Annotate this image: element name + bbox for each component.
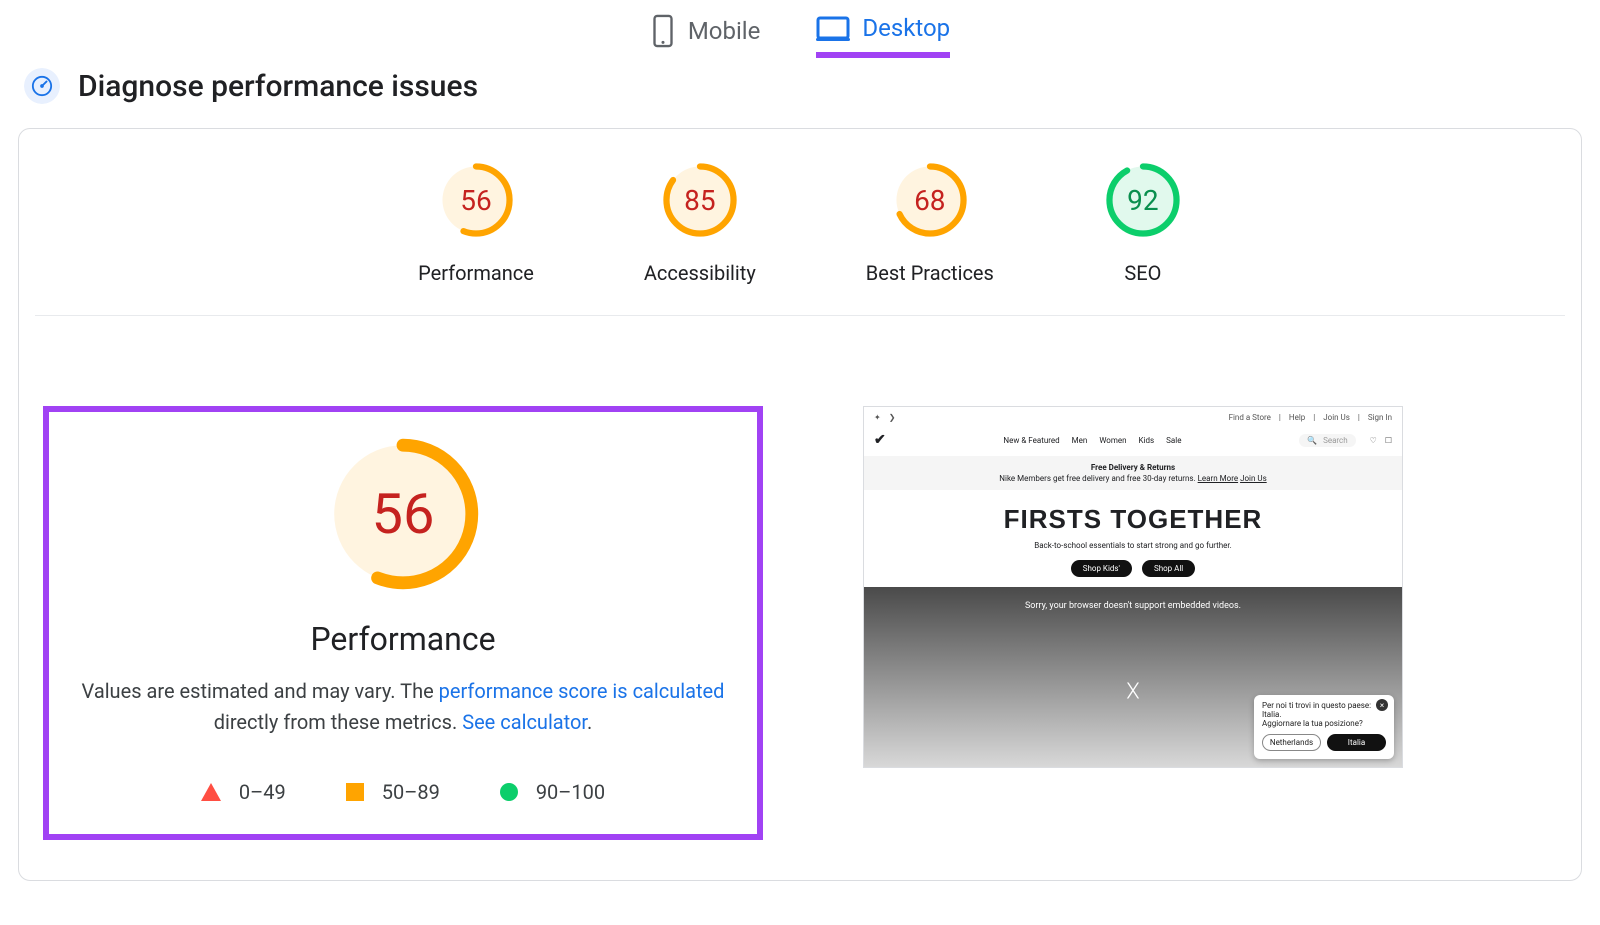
tab-mobile-label: Mobile bbox=[688, 17, 761, 45]
score-label: Accessibility bbox=[644, 261, 756, 285]
legend-average: 50–89 bbox=[346, 780, 440, 804]
tab-desktop[interactable]: Desktop bbox=[816, 14, 950, 58]
shot-popup-line2: Aggiornare la tua posizione? bbox=[1262, 719, 1386, 728]
gauge-best-practices: 68 bbox=[891, 161, 969, 239]
shot-cta-1: Shop Kids' bbox=[1071, 560, 1132, 577]
report-card: 56 Performance 85 Accessibility 68 Best Pract… bbox=[18, 128, 1582, 881]
shot-cta-2: Shop All bbox=[1142, 560, 1195, 577]
tab-desktop-label: Desktop bbox=[862, 14, 950, 42]
shot-search-placeholder: Search bbox=[1323, 436, 1348, 445]
gauge-seo: 92 bbox=[1104, 161, 1182, 239]
shot-banner-title: Free Delivery & Returns bbox=[1091, 463, 1175, 472]
shot-locale-popup: × Per noi ti trovi in questo paese: Ital… bbox=[1254, 695, 1394, 759]
shot-popup-line1: Per noi ti trovi in questo paese: Italia… bbox=[1262, 701, 1386, 719]
performance-description: Values are estimated and may vary. The p… bbox=[71, 676, 735, 738]
shot-topbar: ✦ ❯ Find a Store|Help|Join Us|Sign In bbox=[864, 407, 1402, 428]
shot-toplink: Join Us bbox=[1323, 413, 1350, 422]
close-icon: × bbox=[1376, 699, 1388, 711]
shot-hero: FIRSTS TOGETHER Back-to-school essential… bbox=[864, 490, 1402, 587]
perf-desc-pre: Values are estimated and may vary. The bbox=[82, 679, 439, 703]
shot-hero-title: FIRSTS TOGETHER bbox=[864, 504, 1402, 535]
score-best-practices[interactable]: 68 Best Practices bbox=[866, 161, 994, 285]
score-seo[interactable]: 92 SEO bbox=[1104, 161, 1182, 285]
shot-nav: New & Featured Men Women Kids Sale bbox=[900, 436, 1285, 445]
shot-popup-btn1: Netherlands bbox=[1262, 734, 1321, 751]
shot-toplink: Help bbox=[1289, 413, 1305, 422]
section-title: Diagnose performance issues bbox=[78, 69, 478, 104]
shot-banner-link1: Learn More bbox=[1198, 474, 1238, 483]
performance-big-gauge: 56 bbox=[323, 434, 483, 594]
shot-nav-item: Kids bbox=[1139, 436, 1155, 445]
jumpman-icon: ✦ bbox=[874, 413, 881, 422]
shot-toplink: Find a Store bbox=[1229, 413, 1271, 422]
section-header: Diagnose performance issues bbox=[0, 62, 1600, 128]
performance-score-calc-link[interactable]: performance score is calculated bbox=[439, 679, 725, 703]
score-label: SEO bbox=[1104, 261, 1182, 285]
shot-video: Sorry, your browser doesn't support embe… bbox=[864, 587, 1402, 767]
heart-icon: ♡ bbox=[1370, 436, 1377, 445]
shot-video-x: X bbox=[1126, 679, 1139, 704]
gauge-icon bbox=[24, 68, 60, 104]
legend-good-label: 90–100 bbox=[536, 780, 605, 804]
score-performance[interactable]: 56 Performance bbox=[418, 161, 534, 285]
gauge-accessibility: 85 bbox=[661, 161, 739, 239]
score-accessibility[interactable]: 85 Accessibility bbox=[644, 161, 756, 285]
shot-nav-item: New & Featured bbox=[1003, 436, 1059, 445]
legend-poor-label: 0–49 bbox=[239, 780, 286, 804]
legend-good: 90–100 bbox=[500, 780, 605, 804]
swoosh-icon: ✔ bbox=[874, 432, 886, 448]
perf-desc-mid: directly from these metrics. bbox=[214, 710, 463, 734]
score-label: Best Practices bbox=[866, 261, 994, 285]
legend-poor: 0–49 bbox=[201, 780, 286, 804]
shot-nav-item: Women bbox=[1099, 436, 1126, 445]
shot-video-msg: Sorry, your browser doesn't support embe… bbox=[864, 587, 1402, 611]
shot-icons: ♡ ☐ bbox=[1370, 436, 1392, 445]
shot-banner-link2: Join Us bbox=[1240, 474, 1267, 483]
circle-icon bbox=[500, 783, 518, 801]
mobile-icon bbox=[650, 14, 676, 48]
device-tabs: Mobile Desktop bbox=[0, 0, 1600, 64]
performance-heading: Performance bbox=[71, 620, 735, 658]
shot-search: 🔍 Search bbox=[1299, 434, 1356, 447]
performance-panel: 56 Performance Values are estimated and … bbox=[43, 406, 763, 840]
see-calculator-link[interactable]: See calculator bbox=[462, 710, 587, 734]
score-row: 56 Performance 85 Accessibility 68 Best Pract… bbox=[35, 161, 1565, 316]
desktop-icon bbox=[816, 15, 850, 41]
search-icon: 🔍 bbox=[1307, 436, 1317, 445]
score-label: Performance bbox=[418, 261, 534, 285]
triangle-icon bbox=[201, 783, 221, 801]
bag-icon: ☐ bbox=[1385, 436, 1392, 445]
perf-desc-post: . bbox=[587, 710, 592, 734]
shot-cta-row: Shop Kids' Shop All bbox=[864, 560, 1402, 577]
shot-mainbar: ✔ New & Featured Men Women Kids Sale 🔍 Searc… bbox=[864, 428, 1402, 456]
shot-nav-item: Men bbox=[1072, 436, 1088, 445]
converse-icon: ❯ bbox=[889, 413, 896, 422]
shot-banner: Free Delivery & Returns Nike Members get… bbox=[864, 456, 1402, 490]
detail-row: 56 Performance Values are estimated and … bbox=[29, 316, 1571, 840]
shot-banner-sub: Nike Members get free delivery and free … bbox=[999, 474, 1197, 483]
gauge-performance: 56 bbox=[437, 161, 515, 239]
score-legend: 0–49 50–89 90–100 bbox=[71, 780, 735, 804]
tab-mobile[interactable]: Mobile bbox=[650, 14, 761, 64]
shot-nav-item: Sale bbox=[1166, 436, 1181, 445]
performance-big-gauge-host: 56 bbox=[71, 434, 735, 598]
shot-hero-sub: Back-to-school essentials to start stron… bbox=[864, 541, 1402, 550]
square-icon bbox=[346, 783, 364, 801]
shot-popup-btn2: Italia bbox=[1327, 734, 1386, 751]
shot-toplink: Sign In bbox=[1368, 413, 1392, 422]
page-screenshot: ✦ ❯ Find a Store|Help|Join Us|Sign In ✔ … bbox=[863, 406, 1403, 768]
legend-average-label: 50–89 bbox=[382, 780, 440, 804]
